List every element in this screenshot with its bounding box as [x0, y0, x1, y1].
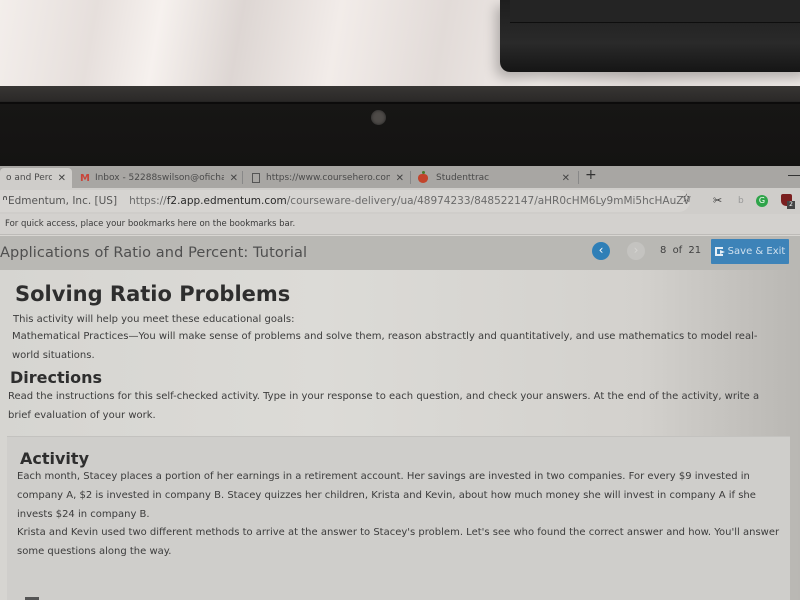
close-tab-icon[interactable]: ✕ [562, 173, 570, 184]
course-header: Applications of Ratio and Percent: Tutor… [0, 236, 800, 270]
goals-text: Mathematical Practices—You will make sen… [12, 331, 758, 361]
page-current: 8 [660, 245, 667, 256]
course-title: Applications of Ratio and Percent: Tutor… [0, 245, 308, 261]
url-scheme: https:// [129, 195, 167, 207]
laptop-bezel [0, 86, 800, 168]
gmail-icon: M [80, 172, 90, 184]
activity-problem-text: Each month, Stacey places a portion of h… [17, 471, 756, 520]
page-total: 21 [688, 245, 702, 256]
tab-title: https://www.coursehero.com/q [266, 173, 390, 183]
page-title: Solving Ratio Problems [15, 282, 291, 306]
previous-page-button[interactable]: ‹ [592, 242, 610, 260]
activity-heading: Activity [20, 449, 89, 468]
tab-studenttrac[interactable]: Studenttrac ✕ [412, 168, 576, 188]
tab-edmentum[interactable]: o and Percer ✕ [0, 168, 72, 188]
exit-icon [714, 247, 725, 256]
tab-title: o and Percer [6, 173, 52, 183]
page-counter: 8 of 21 [660, 245, 701, 256]
scissors-extension-icon[interactable]: ✂ [713, 194, 722, 207]
close-tab-icon[interactable]: ✕ [230, 173, 238, 184]
lesson-content: Solving Ratio Problems This activity wil… [0, 270, 800, 600]
tab-gmail[interactable]: M Inbox - 52288swilson@oficharte ✕ [74, 168, 244, 188]
apple-icon [418, 170, 428, 183]
close-tab-icon[interactable]: ✕ [58, 173, 66, 184]
tab-divider [242, 171, 243, 184]
activity-section: Activity Each month, Stacey places a por… [7, 436, 790, 600]
tab-divider [578, 171, 579, 184]
activity-intro-text: Krista and Kevin used two different meth… [17, 527, 780, 557]
tab-title: Studenttrac [436, 173, 490, 183]
page-of: of [672, 245, 683, 256]
document-icon [252, 173, 260, 183]
laptop-screen: o and Percer ✕ M Inbox - 52288swilson@of… [0, 166, 800, 600]
save-and-exit-label: Save & Exit [727, 246, 786, 257]
new-tab-button[interactable]: + [585, 167, 597, 183]
tab-coursehero[interactable]: https://www.coursehero.com/q ✕ [246, 168, 410, 188]
url-host: f2.app.edmentum.com [166, 195, 287, 207]
bookmarks-bar: For quick access, place your bookmarks h… [0, 214, 800, 235]
address-bar[interactable]: Edmentum, Inc. [US] https:// f2.app.edme… [0, 190, 690, 212]
grammarly-extension-icon[interactable]: G [756, 195, 768, 207]
browser-toolbar: Edmentum, Inc. [US] https:// f2.app.edme… [0, 188, 800, 214]
minimize-window-icon[interactable] [788, 175, 800, 176]
bezel-seam [0, 102, 800, 104]
extension-badge: 2 [787, 201, 795, 209]
url-path: /courseware-delivery/ua/48974233/8485221… [286, 195, 690, 207]
tab-strip: o and Percer ✕ M Inbox - 52288swilson@of… [0, 166, 800, 188]
next-page-button[interactable]: › [627, 242, 645, 260]
save-and-exit-button[interactable]: Save & Exit [711, 239, 789, 264]
b-extension-icon[interactable]: b [738, 196, 744, 206]
black-device-edge [510, 0, 800, 23]
tab-title: Inbox - 52288swilson@oficharte [94, 173, 224, 183]
close-tab-icon[interactable]: ✕ [396, 173, 404, 184]
directions-heading: Directions [10, 368, 103, 387]
webcam [371, 110, 386, 125]
directions-text: Read the instructions for this self-chec… [8, 391, 760, 421]
tab-divider [410, 171, 411, 184]
bookmark-star-icon[interactable]: ☆ [681, 191, 692, 205]
site-identity[interactable]: Edmentum, Inc. [US] [8, 195, 117, 207]
